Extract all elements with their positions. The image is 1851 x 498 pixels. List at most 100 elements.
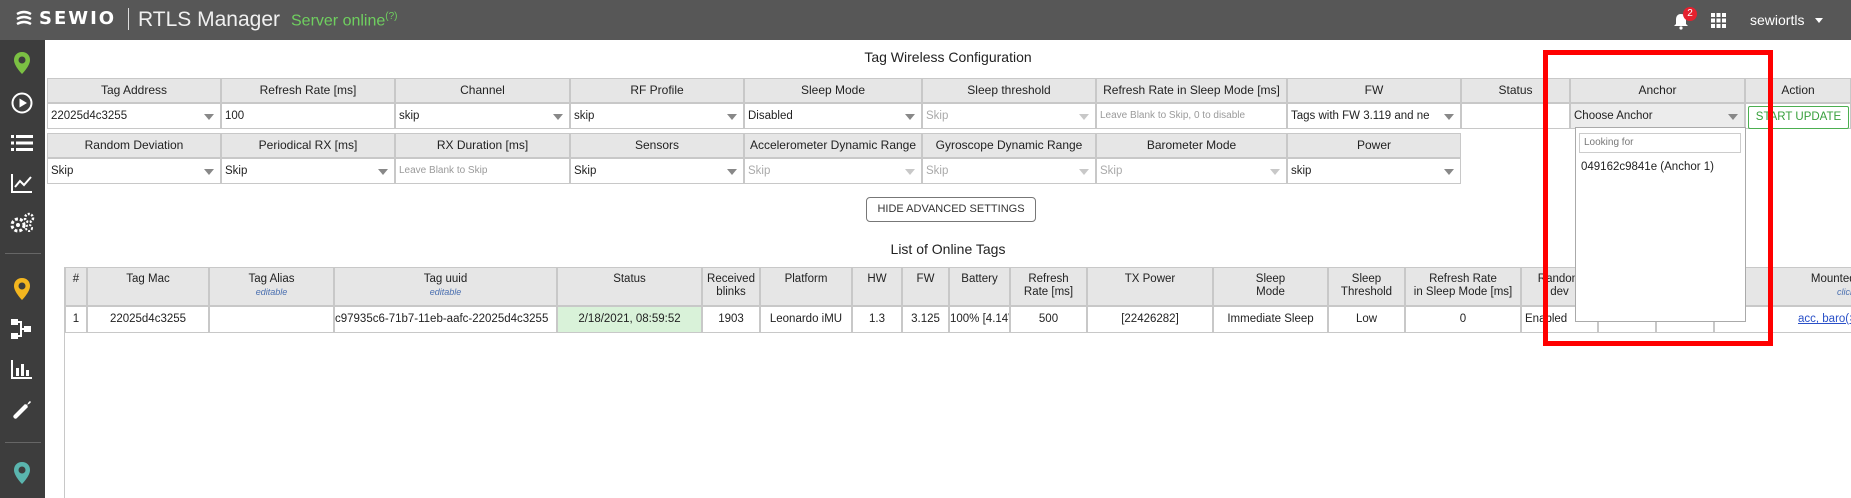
th-battery: Battery [949, 267, 1010, 306]
gears-icon[interactable] [9, 210, 35, 236]
header-sleep-mode: Sleep Mode [744, 78, 922, 103]
refresh-rate-sleep-input[interactable]: Leave Blank to Skip, 0 to disable [1096, 103, 1287, 129]
cell-tag-alias[interactable] [209, 306, 334, 333]
sleep-mode-value: Disabled [748, 110, 793, 122]
cell-tx-power: [22426282] [1087, 306, 1213, 333]
barometer-mode-select[interactable]: Skip [1096, 158, 1287, 184]
chevron-down-icon [727, 114, 737, 120]
cell-tag-uuid[interactable]: c97935c6-71b7-11eb-aafc-22025d4c3255 [334, 306, 557, 333]
sleep-threshold-select[interactable]: Skip [922, 103, 1096, 129]
power-value: skip [1291, 165, 1312, 177]
wrench-icon[interactable] [9, 396, 35, 422]
network-icon[interactable] [9, 316, 35, 342]
th-received-blinks: Received blinks [702, 267, 760, 306]
fw-select[interactable]: Tags with FW 3.119 and ne [1287, 103, 1461, 129]
user-menu[interactable]: sewiortls [1750, 12, 1804, 28]
logo-text: SEWIO [39, 8, 117, 29]
sleep-threshold-value: Skip [926, 110, 949, 122]
th-tx-power: TX Power [1087, 267, 1213, 306]
header-tag-address: Tag Address [47, 78, 221, 103]
rx-duration-input[interactable]: Leave Blank to Skip [395, 158, 570, 184]
chevron-down-icon [1444, 114, 1454, 120]
top-bar: SEWIO RTLS Manager Server online(?) 2 se… [0, 0, 1851, 40]
channel-value: skip [399, 110, 420, 122]
cell-mounted-sensors[interactable]: acc, baro(×), gyro [1772, 306, 1851, 333]
barometer-mode-value: Skip [1100, 165, 1123, 177]
chevron-down-icon [905, 114, 915, 120]
hide-advanced-settings-button[interactable]: HIDE ADVANCED SETTINGS [866, 197, 1036, 222]
tag-address-select[interactable]: 22025d4c3255 [47, 103, 221, 129]
th-tag-alias: Tag Alias editable [209, 267, 334, 306]
map-pin-icon[interactable] [9, 50, 35, 76]
refresh-rate-input[interactable]: 100 [221, 103, 395, 129]
cell-sleep-mode: Immediate Sleep [1213, 306, 1328, 333]
config-row2-headers: Random Deviation Periodical RX [ms] RX D… [47, 133, 1461, 158]
cell-status: 2/18/2021, 08:59:52 [557, 306, 702, 333]
th-status: Status [557, 267, 702, 306]
sensors-value: Skip [574, 165, 597, 177]
header-fw: FW [1287, 78, 1461, 103]
teal-pin-icon[interactable] [9, 460, 35, 486]
cell-sleep-threshold: Low [1328, 306, 1405, 333]
accelerometer-range-select[interactable]: Skip [744, 158, 922, 184]
server-status-help[interactable]: (?) [385, 11, 397, 22]
sidebar-divider-2 [5, 442, 41, 443]
sidebar [0, 40, 45, 498]
cell-fw: 3.125 [902, 306, 949, 333]
header-gyroscope-range: Gyroscope Dynamic Range [922, 133, 1096, 158]
periodical-rx-value: Skip [225, 165, 248, 177]
server-status[interactable]: Server online(?) [291, 11, 398, 30]
sensors-select[interactable]: Skip [570, 158, 744, 184]
header-rx-duration: RX Duration [ms] [395, 133, 570, 158]
th-sleep-mode: Sleep Mode [1213, 267, 1328, 306]
th-hw: HW [852, 267, 902, 306]
chevron-down-icon [1079, 169, 1089, 175]
th-refresh-rate-sleep: Refresh Rate in Sleep Mode [ms] [1405, 267, 1521, 306]
th-sleep-threshold: Sleep Threshold [1328, 267, 1405, 306]
rf-profile-value: skip [574, 110, 595, 122]
chevron-down-icon [1079, 114, 1089, 120]
channel-select[interactable]: skip [395, 103, 570, 129]
chart-icon[interactable] [9, 170, 35, 196]
random-deviation-value: Skip [51, 165, 74, 177]
header-refresh-rate: Refresh Rate [ms] [221, 78, 395, 103]
th-tag-mac: Tag Mac [87, 267, 209, 306]
th-tag-uuid: Tag uuid editable [334, 267, 557, 306]
user-menu-caret-icon[interactable] [1815, 18, 1823, 23]
th-platform: Platform [760, 267, 852, 306]
play-icon[interactable] [9, 90, 35, 116]
cell-index: 1 [65, 306, 87, 333]
header-refresh-rate-sleep: Refresh Rate in Sleep Mode [ms] [1096, 78, 1287, 103]
location-pin-icon[interactable] [9, 276, 35, 302]
server-status-text: Server online [291, 12, 386, 30]
th-fw: FW [902, 267, 949, 306]
header-channel: Channel [395, 78, 570, 103]
header-sensors: Sensors [570, 133, 744, 158]
cell-tag-mac: 22025d4c3255 [87, 306, 209, 333]
chevron-down-icon [1444, 169, 1454, 175]
sleep-mode-select[interactable]: Disabled [744, 103, 922, 129]
header-periodical-rx: Periodical RX [ms] [221, 133, 395, 158]
gyroscope-range-value: Skip [926, 165, 949, 177]
power-select[interactable]: skip [1287, 158, 1461, 184]
title-divider [128, 8, 129, 30]
cell-hw: 1.3 [852, 306, 902, 333]
periodical-rx-select[interactable]: Skip [221, 158, 395, 184]
header-power: Power [1287, 133, 1461, 158]
rf-profile-select[interactable]: skip [570, 103, 744, 129]
cell-received-blinks: 1903 [702, 306, 760, 333]
cell-refresh-rate-sleep: 0 [1405, 306, 1521, 333]
sidebar-divider [5, 253, 41, 254]
accelerometer-range-value: Skip [748, 165, 771, 177]
random-deviation-select[interactable]: Skip [47, 158, 221, 184]
bar-chart-icon[interactable] [9, 356, 35, 382]
header-accelerometer-range: Accelerometer Dynamic Range [744, 133, 922, 158]
notification-badge: 2 [1683, 7, 1697, 21]
sewio-logo[interactable]: SEWIO [14, 8, 116, 29]
list-icon[interactable] [9, 130, 35, 156]
header-rf-profile: RF Profile [570, 78, 744, 103]
gyroscope-range-select[interactable]: Skip [922, 158, 1096, 184]
apps-grid-icon[interactable] [1711, 13, 1726, 28]
th-refresh-rate: Refresh Rate [ms] [1010, 267, 1087, 306]
cell-refresh-rate: 500 [1010, 306, 1087, 333]
